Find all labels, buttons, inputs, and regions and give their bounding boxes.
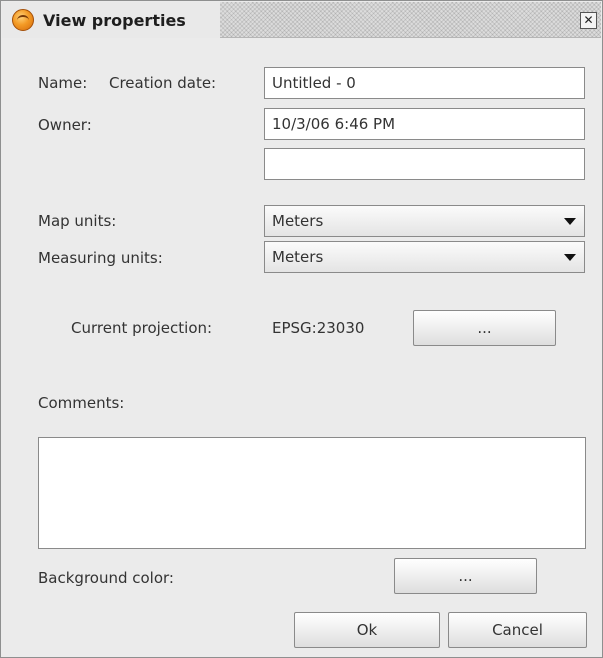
background-color-button[interactable]: ... bbox=[394, 558, 537, 594]
map-units-label: Map units: bbox=[38, 212, 117, 230]
measuring-units-value: Meters bbox=[272, 248, 324, 266]
name-label: Name: bbox=[38, 74, 88, 92]
comments-label: Comments: bbox=[38, 394, 125, 412]
background-color-label: Background color: bbox=[38, 569, 174, 587]
ok-button[interactable]: Ok bbox=[294, 612, 440, 648]
projection-value: EPSG:23030 bbox=[272, 319, 365, 337]
creation-date-field[interactable]: 10/3/06 6:46 PM bbox=[264, 108, 585, 140]
projection-button[interactable]: ... bbox=[413, 310, 556, 346]
app-globe-icon bbox=[12, 9, 34, 31]
name-field[interactable]: Untitled - 0 bbox=[264, 67, 585, 99]
map-units-select[interactable]: Meters bbox=[264, 205, 585, 237]
measuring-units-select[interactable]: Meters bbox=[264, 241, 585, 273]
creation-date-label: Creation date: bbox=[109, 74, 217, 92]
chevron-down-icon bbox=[564, 218, 576, 225]
cancel-button[interactable]: Cancel bbox=[448, 612, 587, 648]
view-properties-dialog: View properties ✕ Name: Creation date: U… bbox=[0, 0, 603, 658]
comments-textarea[interactable] bbox=[38, 437, 586, 549]
current-projection-label: Current projection: bbox=[71, 319, 213, 337]
owner-label: Owner: bbox=[38, 116, 92, 134]
window-title: View properties bbox=[43, 10, 186, 30]
close-icon[interactable]: ✕ bbox=[580, 12, 597, 29]
owner-field[interactable] bbox=[264, 148, 585, 180]
title-plate: View properties bbox=[2, 2, 220, 38]
title-bar[interactable]: View properties ✕ bbox=[2, 2, 601, 38]
chevron-down-icon bbox=[564, 254, 576, 261]
map-units-value: Meters bbox=[272, 212, 324, 230]
measuring-units-label: Measuring units: bbox=[38, 249, 163, 267]
